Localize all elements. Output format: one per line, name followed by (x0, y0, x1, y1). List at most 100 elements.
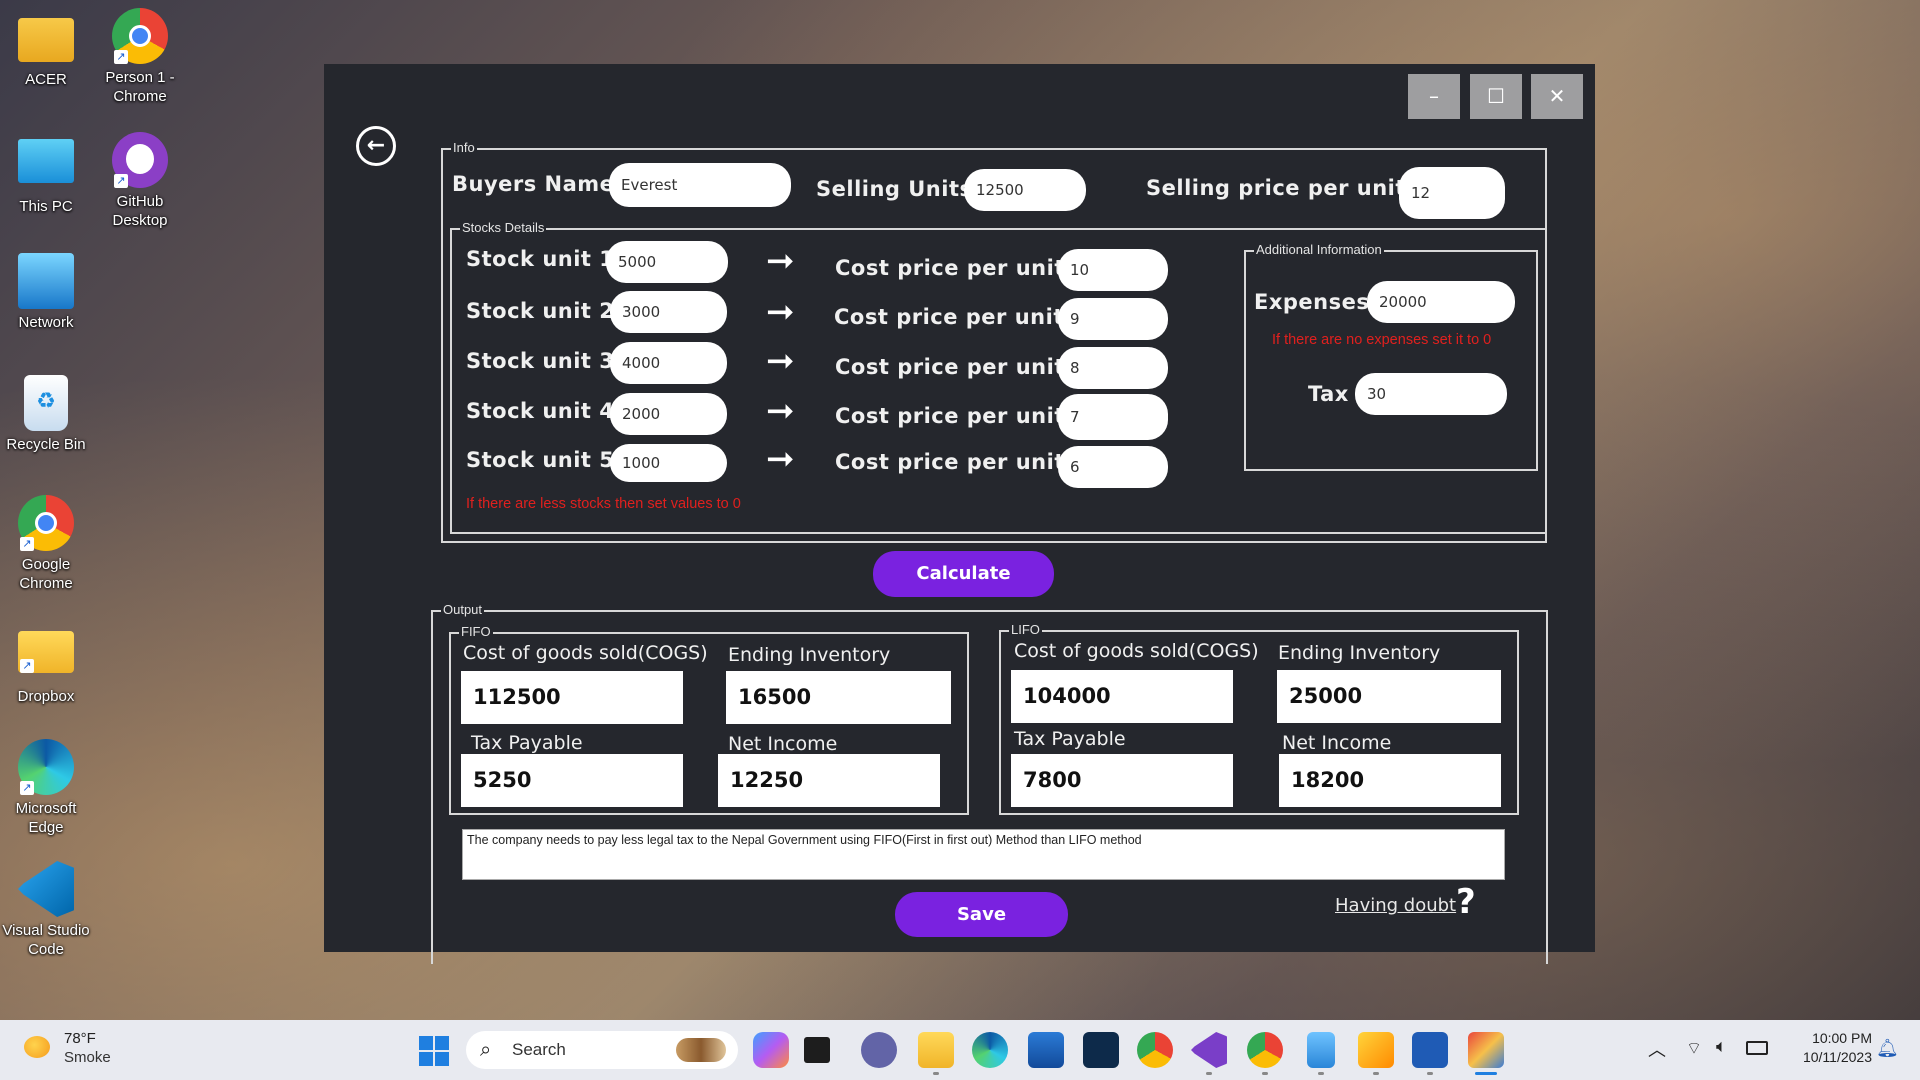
minimize-icon: – (1429, 84, 1439, 108)
running-indicator (1427, 1072, 1433, 1075)
desktop-icon-github-desktop[interactable]: ↗ GitHub Desktop (94, 132, 186, 230)
start-button[interactable] (419, 1036, 449, 1066)
calculate-button[interactable]: Calculate (873, 551, 1054, 597)
desktop-icon-network[interactable]: Network (0, 253, 92, 332)
selling-price-input[interactable] (1399, 167, 1505, 219)
minimize-button[interactable]: – (1408, 74, 1460, 119)
stock-unit-1-input[interactable] (606, 241, 728, 283)
cost-price-5-input[interactable] (1058, 446, 1168, 488)
clock-time: 10:00 PM (1812, 1030, 1872, 1046)
notepad-icon[interactable] (1307, 1032, 1335, 1068)
desktop-icon-microsoft-edge[interactable]: ↗ Microsoft Edge (0, 739, 92, 837)
github-icon: ↗ (112, 132, 168, 188)
volume-icon[interactable]: 🔈︎ (1716, 1036, 1727, 1057)
search-highlight-icon (676, 1038, 726, 1062)
word-icon[interactable] (1412, 1032, 1448, 1068)
right-arrow-icon: ➞ (766, 391, 795, 431)
taskbar-search[interactable]: ⌕ Search (466, 1031, 738, 1069)
visual-studio-icon[interactable] (1191, 1032, 1227, 1068)
edge-icon[interactable] (972, 1032, 1008, 1068)
lifo-tax-payable-label: Tax Payable (1014, 728, 1126, 750)
cost-price-label: Cost price per unit (835, 404, 1065, 428)
chrome-icon[interactable] (1137, 1032, 1173, 1068)
snipping-tool-icon[interactable] (1358, 1032, 1394, 1068)
cost-price-2-input[interactable] (1058, 298, 1168, 340)
conclusion-textbox[interactable]: The company needs to pay less legal tax … (462, 829, 1505, 880)
weather-desc: Smoke (64, 1049, 111, 1066)
file-explorer-icon[interactable] (918, 1032, 954, 1068)
buyers-name-input[interactable] (609, 163, 791, 207)
desktop-icon-acer[interactable]: ACER (0, 10, 92, 89)
edge-icon: ↗ (18, 739, 74, 795)
desktop-icon-this-pc[interactable]: This PC (0, 133, 92, 216)
weather-widget[interactable]: 78°F Smoke (22, 1030, 142, 1070)
fifo-group-label: FIFO (459, 624, 493, 639)
teams-icon[interactable] (861, 1032, 897, 1068)
expenses-warning-text: If there are no expenses set it to 0 (1272, 332, 1492, 348)
weather-temp: 78°F (64, 1030, 96, 1047)
desktop-icon-vscode[interactable]: ↗ Visual Studio Code (0, 861, 92, 959)
running-indicator (1206, 1072, 1212, 1075)
selling-units-input[interactable] (964, 169, 1086, 211)
lifo-ending-inventory-value: 25000 (1277, 670, 1501, 723)
cost-price-label: Cost price per unit (835, 450, 1065, 474)
save-button[interactable]: Save (895, 892, 1068, 937)
cost-price-3-input[interactable] (1058, 347, 1168, 389)
cost-price-4-input[interactable] (1058, 394, 1168, 440)
cost-price-label: Cost price per unit (835, 256, 1065, 280)
desktop-icon-google-chrome[interactable]: ↗ Google Chrome (0, 495, 92, 593)
wifi-icon[interactable]: ⌔ (1686, 1038, 1702, 1059)
active-app-icon[interactable] (1468, 1032, 1504, 1068)
desktop-icon-person1-chrome[interactable]: ↗ Person 1 - Chrome (94, 8, 186, 106)
stock-unit-label: Stock unit 1 (466, 247, 615, 271)
lifo-cogs-label: Cost of goods sold(COGS) (1014, 640, 1259, 662)
desktop-icon-recycle-bin[interactable]: ♻ Recycle Bin (0, 375, 92, 454)
stock-unit-label: Stock unit 4 (466, 399, 615, 423)
copilot-icon[interactable] (753, 1032, 789, 1068)
fifo-net-income-value: 12250 (718, 754, 940, 807)
running-indicator (933, 1072, 939, 1075)
inventory-app-window: – ☐ ✕ ← Info Buyers Name Selling Units S… (324, 64, 1595, 964)
folder-icon (18, 18, 74, 62)
stock-unit-4-input[interactable] (610, 393, 727, 435)
lifo-net-income-value: 18200 (1279, 754, 1501, 807)
chrome-icon: ↗ (112, 8, 168, 64)
search-icon: ⌕ (480, 1037, 492, 1061)
desktop-icon-label: Dropbox (17, 688, 75, 705)
stock-unit-2-input[interactable] (610, 291, 727, 333)
stock-unit-5-input[interactable] (610, 444, 727, 482)
stock-unit-label: Stock unit 3 (466, 349, 615, 373)
notification-bell-icon[interactable]: 🔔︎ (1876, 1038, 1899, 1059)
tax-input[interactable] (1355, 373, 1507, 415)
chrome-icon: ↗ (18, 495, 74, 551)
right-arrow-icon: ➞ (766, 292, 795, 332)
stock-unit-label: Stock unit 2 (466, 299, 615, 323)
battery-icon[interactable] (1746, 1041, 1768, 1055)
question-mark-icon[interactable]: ? (1456, 882, 1476, 922)
fifo-net-income-label: Net Income (728, 733, 838, 755)
app-icon[interactable] (1083, 1032, 1119, 1068)
lifo-cogs-value: 104000 (1011, 670, 1233, 723)
chrome-profile-icon[interactable] (1247, 1032, 1283, 1068)
fifo-cogs-value: 112500 (461, 671, 683, 724)
expenses-input[interactable] (1367, 281, 1515, 323)
right-arrow-icon: ➞ (766, 241, 795, 281)
recycle-bin-icon: ♻ (24, 375, 68, 431)
back-arrow-icon: ← (366, 133, 386, 158)
having-doubt-link[interactable]: Having doubt (1335, 895, 1456, 916)
fifo-cogs-label: Cost of goods sold(COGS) (463, 642, 708, 664)
clock[interactable]: 10:00 PM 10/11/2023 (1782, 1030, 1872, 1065)
cost-price-1-input[interactable] (1058, 249, 1168, 291)
desktop-icon-dropbox[interactable]: ↗ Dropbox (0, 625, 92, 706)
stock-unit-3-input[interactable] (610, 342, 727, 384)
back-button[interactable]: ← (356, 126, 396, 166)
additional-info-group-label: Additional Information (1254, 242, 1384, 257)
close-button[interactable]: ✕ (1531, 74, 1583, 119)
maximize-icon: ☐ (1487, 84, 1505, 108)
chevron-up-icon[interactable]: ︿ (1648, 1036, 1666, 1062)
maximize-button[interactable]: ☐ (1470, 74, 1522, 119)
task-view-icon[interactable] (804, 1037, 830, 1063)
folder-icon: ↗ (18, 631, 74, 673)
active-indicator (1475, 1072, 1497, 1075)
store-icon[interactable] (1028, 1032, 1064, 1068)
